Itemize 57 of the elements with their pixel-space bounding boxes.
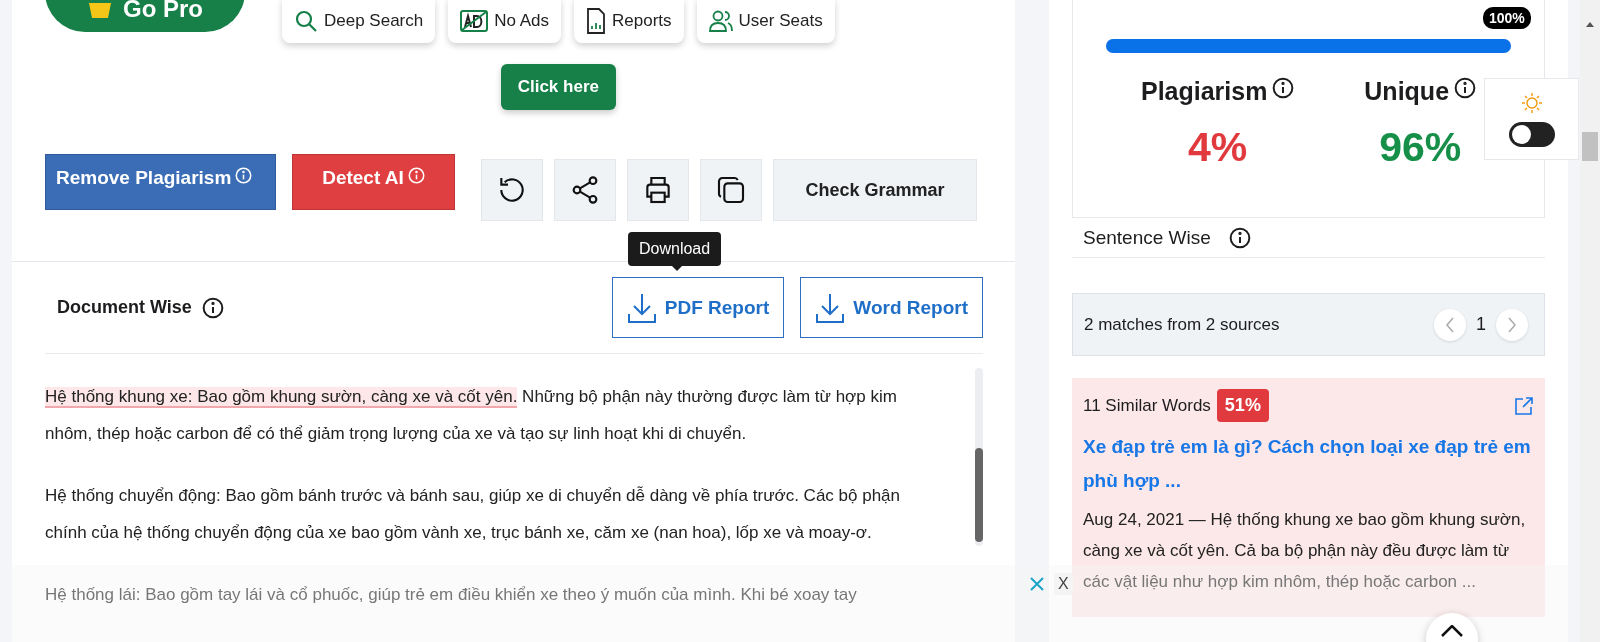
chevron-left-icon bbox=[1445, 316, 1455, 333]
chevron-right-icon bbox=[1507, 316, 1517, 333]
download-report-button[interactable]: PDF Report bbox=[611, 277, 785, 338]
feature-chip[interactable]: Deep Search bbox=[282, 0, 436, 43]
users-icon bbox=[708, 9, 733, 32]
feature-chip[interactable]: Reports bbox=[574, 0, 684, 43]
paragraph: Hệ thống chuyển động: Bao gồm bánh trước và bánh sau, giúp xe di chuyển dễ dàng về phía trước. Các bộ phận chính của hệ thống chuyển động của xe bao gồm vành xe, trục bánh xe, căm xe (nan hoa), lốp xe và moay-ơ. bbox=[45, 485, 901, 544]
search-icon bbox=[294, 8, 318, 33]
source-link[interactable]: Xe đạp trẻ em là gì? Cách chọn loại xe đạp trẻ em phù hợp ... bbox=[1083, 430, 1534, 498]
download-icon bbox=[815, 291, 846, 324]
check-grammar-button[interactable]: Check Grammar bbox=[773, 159, 977, 221]
matches-summary: 2 matches from 2 sources bbox=[1084, 314, 1281, 335]
tool-button[interactable] bbox=[700, 159, 762, 221]
paragraph: Hệ thống lái: Bao gồm tay lái và cổ phuốc, giúp trẻ em điều khiển xe theo ý muốn của mình. Khi bé xoay tay bbox=[45, 584, 858, 606]
scrollbar-track[interactable] bbox=[975, 368, 983, 546]
ad-close-label[interactable]: X bbox=[1054, 573, 1073, 595]
copy-icon bbox=[715, 174, 747, 206]
paragraph: Hệ thống khung xe: Bao gồm khung sườn, càng xe và cốt yên. Những bộ phận này thường được làm từ hợp kim nhôm, thép hoặc carbon để có thể giảm trọng lượng của xe và tạo sự linh hoạt khi di chuyển. bbox=[45, 386, 898, 445]
download-icon bbox=[626, 291, 657, 324]
scroll-up-arrow-icon[interactable] bbox=[1586, 22, 1594, 27]
stat-label: Plagiarism bbox=[1140, 77, 1268, 106]
close-icon[interactable] bbox=[1030, 577, 1044, 591]
percent-badge: 51% bbox=[1216, 389, 1269, 422]
external-link-icon[interactable] bbox=[1514, 395, 1534, 416]
detect-ai-button[interactable]: Detect AI bbox=[292, 154, 455, 210]
go-pro-button[interactable]: Go Pro bbox=[45, 0, 245, 32]
stat-label: Unique bbox=[1364, 77, 1450, 106]
stat-value: 4% bbox=[1188, 124, 1248, 171]
info-icon[interactable] bbox=[1454, 77, 1477, 99]
theme-switch[interactable] bbox=[1508, 121, 1555, 147]
sun-icon bbox=[1520, 91, 1543, 114]
tool-button[interactable] bbox=[627, 159, 689, 221]
no-ads-icon bbox=[460, 9, 489, 32]
source-snippet: Aug 24, 2021 — Hệ thống khung xe bao gồm khung sườn, càng xe và cốt yên. Cả ba bộ phận này đều được làm từ các vật liệu như hợp kim nhôm, thép hoặc carbon ... bbox=[1083, 509, 1527, 593]
stat-value: 96% bbox=[1379, 124, 1462, 171]
report-icon bbox=[586, 7, 607, 34]
scrollbar-thumb[interactable] bbox=[1582, 132, 1598, 161]
info-icon[interactable] bbox=[201, 296, 224, 319]
info-icon[interactable] bbox=[1228, 226, 1251, 249]
section-title: Document Wise bbox=[57, 297, 192, 318]
scrollbar-thumb[interactable] bbox=[975, 448, 983, 542]
feature-chip[interactable]: User Seats bbox=[696, 0, 835, 43]
feature-chip[interactable]: No Ads bbox=[448, 0, 562, 43]
chevron-up-icon bbox=[1441, 625, 1463, 637]
info-icon[interactable] bbox=[1272, 77, 1295, 99]
similar-words: 11 Similar Words bbox=[1083, 395, 1211, 416]
page-number: 1 bbox=[1476, 314, 1486, 335]
page-scrollbar[interactable] bbox=[1580, 0, 1600, 642]
basket-icon bbox=[87, 0, 113, 19]
download-report-button[interactable]: Word Report bbox=[800, 277, 983, 338]
tool-button[interactable] bbox=[554, 159, 616, 221]
tool-button[interactable] bbox=[481, 159, 543, 221]
click-here-button[interactable]: Click here bbox=[500, 64, 616, 110]
remove-plagiarism-button[interactable]: Remove Plagiarism bbox=[45, 154, 276, 210]
progress-label: 100% bbox=[1483, 7, 1531, 29]
section-title: Sentence Wise bbox=[1083, 226, 1211, 249]
tooltip: Download bbox=[628, 232, 722, 266]
